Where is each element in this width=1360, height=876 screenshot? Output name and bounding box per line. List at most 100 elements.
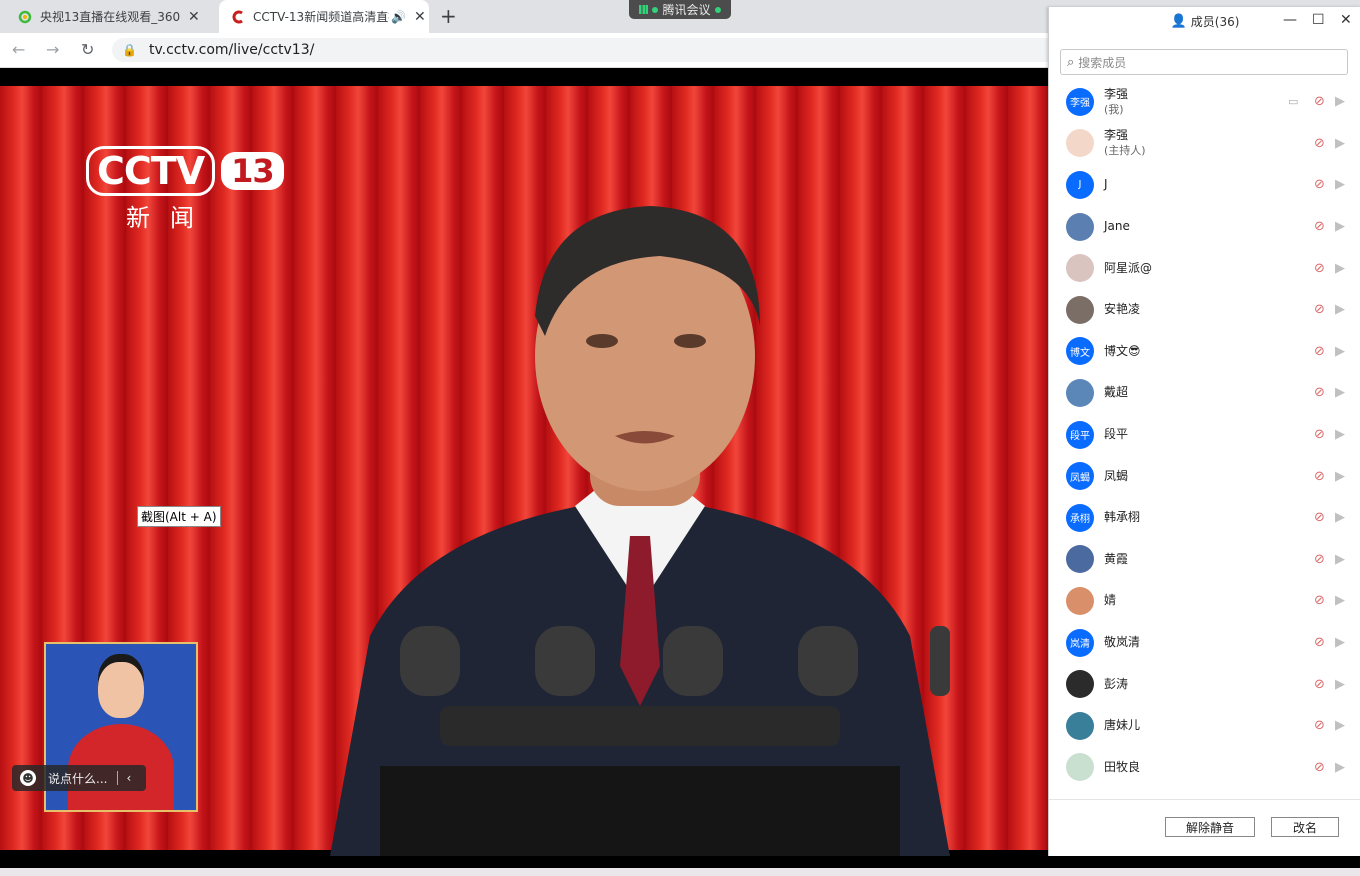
maximize-icon[interactable]: ☐ bbox=[1312, 12, 1325, 28]
member-name: 李强 bbox=[1104, 128, 1129, 143]
mic-muted-icon[interactable]: ⊘ bbox=[1314, 552, 1325, 567]
person-icon: 👤 bbox=[1170, 13, 1187, 29]
mic-muted-icon[interactable]: ⊘ bbox=[1314, 385, 1325, 400]
mic-muted-icon[interactable]: ⊘ bbox=[1314, 427, 1325, 442]
camera-off-icon[interactable]: ▶ bbox=[1335, 219, 1345, 234]
mic-muted-icon[interactable]: ⊘ bbox=[1314, 177, 1325, 192]
mic-muted-icon[interactable]: ⊘ bbox=[1314, 760, 1325, 775]
close-icon[interactable]: ✕ bbox=[1340, 12, 1352, 28]
camera-off-icon[interactable]: ▶ bbox=[1335, 677, 1345, 692]
camera-off-icon[interactable]: ▶ bbox=[1335, 760, 1345, 775]
member-name-block: 韩承栩 bbox=[1104, 510, 1140, 525]
member-name-block: 敬岚清 bbox=[1104, 635, 1140, 650]
member-row[interactable]: 李强 (主持人) ⊘ ▶ bbox=[1049, 123, 1360, 165]
member-row[interactable]: 黄霞 ⊘ ▶ bbox=[1049, 539, 1360, 581]
screenshot-tooltip: 截图(Alt + A) bbox=[137, 506, 221, 527]
camera-off-icon[interactable]: ▶ bbox=[1335, 593, 1345, 608]
tab-360-search[interactable]: 央视13直播在线观看_360搜索 ✕ bbox=[0, 0, 218, 33]
member-row[interactable]: J J ⊘ ▶ bbox=[1049, 164, 1360, 206]
mic-muted-icon[interactable]: ⊘ bbox=[1314, 635, 1325, 650]
camera-off-icon[interactable]: ▶ bbox=[1335, 302, 1345, 317]
video-frame: CCTV 13 新闻 截图(Alt + A) ☻ 说点什么... ‹ bbox=[0, 86, 1048, 856]
camera-off-icon[interactable]: ▶ bbox=[1335, 635, 1345, 650]
mic-muted-icon[interactable]: ⊘ bbox=[1314, 718, 1325, 733]
avatar bbox=[1066, 670, 1094, 699]
avatar: 博文 bbox=[1066, 337, 1094, 366]
member-panel: 👤 成员(36) — ☐ ✕ ⌕ 搜索成员 李强 李强 (我) ▭ ⊘ ▶ 李强 (主持人) ⊘… bbox=[1048, 7, 1360, 856]
camera-off-icon[interactable]: ▶ bbox=[1335, 718, 1345, 733]
camera-off-icon[interactable]: ▶ bbox=[1335, 552, 1345, 567]
minimize-icon[interactable]: — bbox=[1283, 12, 1297, 28]
chat-placeholder[interactable]: 说点什么... bbox=[48, 770, 107, 787]
member-row[interactable]: 段平 段平 ⊘ ▶ bbox=[1049, 414, 1360, 456]
avatar bbox=[1066, 753, 1094, 782]
tab-cctv13-live[interactable]: CCTV-13新闻频道高清直播 🔊 ✕ bbox=[219, 0, 429, 33]
member-row[interactable]: 岚清 敬岚清 ⊘ ▶ bbox=[1049, 622, 1360, 664]
mic-muted-icon[interactable]: ⊘ bbox=[1314, 219, 1325, 234]
speaker-icon[interactable]: 🔊 bbox=[391, 10, 406, 24]
reload-icon[interactable]: ↻ bbox=[81, 40, 94, 59]
member-name-block: 博文😎 bbox=[1104, 344, 1141, 359]
url-field[interactable]: 🔒 tv.cctv.com/live/cctv13/ bbox=[112, 38, 1122, 62]
mic-muted-icon[interactable]: ⊘ bbox=[1314, 302, 1325, 317]
member-search-input[interactable]: ⌕ 搜索成员 bbox=[1060, 49, 1348, 75]
member-row[interactable]: 博文 博文😎 ⊘ ▶ bbox=[1049, 331, 1360, 373]
new-tab-button[interactable]: + bbox=[440, 4, 457, 28]
member-row[interactable]: 安艳凌 ⊘ ▶ bbox=[1049, 289, 1360, 331]
rename-button[interactable]: 改名 bbox=[1271, 817, 1339, 837]
avatar bbox=[1066, 129, 1094, 158]
camera-off-icon[interactable]: ▶ bbox=[1335, 385, 1345, 400]
member-name: 田牧良 bbox=[1104, 759, 1141, 774]
mic-muted-icon[interactable]: ⊘ bbox=[1314, 510, 1325, 525]
url-text: tv.cctv.com/live/cctv13/ bbox=[148, 42, 315, 58]
camera-off-icon[interactable]: ▶ bbox=[1335, 261, 1345, 276]
mic-muted-icon[interactable]: ⊘ bbox=[1314, 344, 1325, 359]
member-list[interactable]: 李强 李强 (我) ▭ ⊘ ▶ 李强 (主持人) ⊘ ▶ J J ⊘ ▶ Jane ⊘ ▶ 阿星派@ ⊘ ▶ 安艳凌 ⊘ ▶… bbox=[1049, 81, 1360, 799]
member-name-block: 段平 bbox=[1104, 427, 1128, 442]
member-name: Jane bbox=[1104, 219, 1130, 234]
camera-off-icon[interactable]: ▶ bbox=[1335, 136, 1345, 151]
screen-share-icon[interactable]: ▭ bbox=[1288, 95, 1298, 108]
back-arrow-icon[interactable]: ← bbox=[12, 40, 25, 59]
member-row[interactable]: 阿星派@ ⊘ ▶ bbox=[1049, 247, 1360, 289]
member-row[interactable]: 凤蝎 凤蝎 ⊘ ▶ bbox=[1049, 455, 1360, 497]
video-player[interactable]: CCTV 13 新闻 截图(Alt + A) ☻ 说点什么... ‹ bbox=[0, 68, 1048, 868]
avatar bbox=[1066, 378, 1094, 407]
camera-off-icon[interactable]: ▶ bbox=[1335, 94, 1345, 109]
mic-muted-icon[interactable]: ⊘ bbox=[1314, 94, 1325, 109]
avatar bbox=[1066, 295, 1094, 324]
close-icon[interactable]: ✕ bbox=[414, 9, 426, 25]
avatar bbox=[1066, 254, 1094, 283]
camera-off-icon[interactable]: ▶ bbox=[1335, 510, 1345, 525]
member-row[interactable]: 唐妹儿 ⊘ ▶ bbox=[1049, 705, 1360, 747]
forward-arrow-icon[interactable]: → bbox=[46, 40, 59, 59]
member-name-block: 黄霞 bbox=[1104, 552, 1128, 567]
chevron-left-icon[interactable]: ‹ bbox=[126, 771, 131, 785]
member-row[interactable]: 婧 ⊘ ▶ bbox=[1049, 580, 1360, 622]
camera-off-icon[interactable]: ▶ bbox=[1335, 427, 1345, 442]
member-row[interactable]: 承栩 韩承栩 ⊘ ▶ bbox=[1049, 497, 1360, 539]
camera-off-icon[interactable]: ▶ bbox=[1335, 177, 1345, 192]
member-name-block: 阿星派@ bbox=[1104, 261, 1152, 276]
mic-muted-icon[interactable]: ⊘ bbox=[1314, 261, 1325, 276]
member-row[interactable]: 田牧良 ⊘ ▶ bbox=[1049, 747, 1360, 789]
mic-muted-icon[interactable]: ⊘ bbox=[1314, 593, 1325, 608]
member-role: (主持人) bbox=[1104, 144, 1146, 158]
panel-footer: 解除静音 改名 bbox=[1049, 799, 1360, 857]
camera-off-icon[interactable]: ▶ bbox=[1335, 469, 1345, 484]
member-name: 唐妹儿 bbox=[1104, 718, 1141, 733]
emoji-icon[interactable]: ☻ bbox=[20, 770, 36, 786]
member-row[interactable]: 戴超 ⊘ ▶ bbox=[1049, 372, 1360, 414]
camera-off-icon[interactable]: ▶ bbox=[1335, 344, 1345, 359]
tencent-meeting-pill[interactable]: 腾讯会议 bbox=[629, 0, 731, 19]
close-icon[interactable]: ✕ bbox=[188, 9, 200, 25]
mic-muted-icon[interactable]: ⊘ bbox=[1314, 136, 1325, 151]
member-name: 博文😎 bbox=[1104, 343, 1141, 358]
member-row[interactable]: 李强 李强 (我) ▭ ⊘ ▶ bbox=[1049, 81, 1360, 123]
mic-muted-icon[interactable]: ⊘ bbox=[1314, 677, 1325, 692]
member-row[interactable]: Jane ⊘ ▶ bbox=[1049, 206, 1360, 248]
mic-muted-icon[interactable]: ⊘ bbox=[1314, 469, 1325, 484]
unmute-all-button[interactable]: 解除静音 bbox=[1165, 817, 1255, 837]
danmaku-input-bar[interactable]: ☻ 说点什么... ‹ bbox=[12, 765, 146, 791]
member-row[interactable]: 彭涛 ⊘ ▶ bbox=[1049, 663, 1360, 705]
